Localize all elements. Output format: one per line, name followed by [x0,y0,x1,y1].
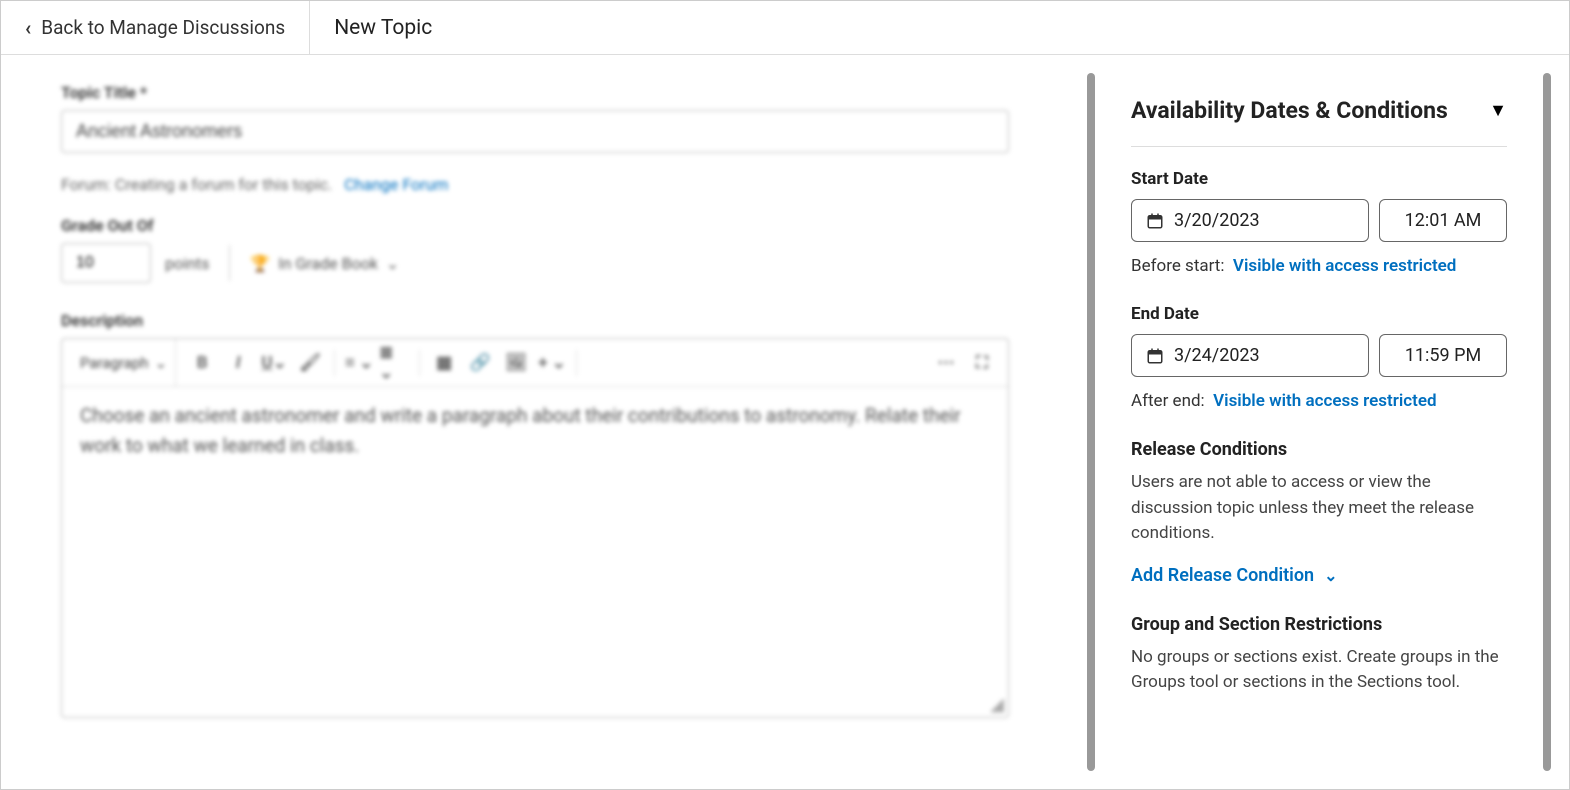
in-grade-book-toggle[interactable]: 🏆 In Grade Book ⌄ [250,254,399,273]
italic-button[interactable]: I [222,347,254,379]
start-time-input[interactable]: 12:01 AM [1379,199,1507,242]
separator [576,350,577,376]
back-link[interactable]: ‹ Back to Manage Discussions [1,1,310,54]
list-button[interactable]: ≣ ⌄ [379,347,411,379]
group-restrictions-heading: Group and Section Restrictions [1131,614,1507,635]
add-release-label: Add Release Condition [1131,565,1314,586]
editor-content[interactable]: Choose an ancient astronomer and write a… [62,387,1008,476]
end-date-input[interactable]: 3/24/2023 [1131,334,1369,377]
rich-text-editor[interactable]: Paragraph ⌄ B I U ⌄ 🖌 ≡ ⌄ ≣ ⌄ ▦ 🔗 🖼 + ⌄ … [61,338,1009,718]
after-end-label: After end: [1131,391,1205,411]
separator [334,350,335,376]
chevron-down-icon: ⌄ [155,354,168,372]
start-date-label: Start Date [1131,169,1507,189]
chevron-down-icon: ⌄ [386,254,399,273]
grade-input[interactable] [61,243,151,283]
group-restrictions-desc: No groups or sections exist. Create grou… [1131,645,1507,696]
release-conditions-heading: Release Conditions [1131,439,1507,460]
bold-button[interactable]: B [186,347,218,379]
main-form: Topic Title Forum: Creating a forum for … [1,55,1069,789]
availability-section-header[interactable]: Availability Dates & Conditions ▼ [1131,97,1507,147]
start-date-value: 3/20/2023 [1174,210,1260,231]
grade-label: Grade Out Of [61,216,1009,235]
text-color-button[interactable]: 🖌 [294,347,326,379]
chevron-left-icon: ‹ [25,16,31,40]
topic-title-label: Topic Title [61,83,1009,102]
scrollbar[interactable] [1543,73,1551,771]
end-time-input[interactable]: 11:59 PM [1379,334,1507,377]
more-button[interactable]: ⋯ [930,347,962,379]
page-title: New Topic [310,16,456,40]
separator [419,350,420,376]
description-label: Description [61,311,1009,330]
end-date-label: End Date [1131,304,1507,324]
end-date-value: 3/24/2023 [1174,345,1260,366]
grade-book-label: In Grade Book [278,254,378,273]
resize-grip-icon[interactable]: ◢ [990,694,1004,715]
release-conditions-desc: Users are not able to access or view the… [1131,470,1507,547]
add-release-condition-button[interactable]: Add Release Condition ⌄ [1131,565,1507,586]
insert-image-button[interactable]: 🖼 [500,347,532,379]
editor-toolbar: Paragraph ⌄ B I U ⌄ 🖌 ≡ ⌄ ≣ ⌄ ▦ 🔗 🖼 + ⌄ … [62,339,1008,387]
before-start-label: Before start: [1131,256,1224,276]
start-time-value: 12:01 AM [1405,210,1482,231]
start-date-input[interactable]: 3/20/2023 [1131,199,1369,242]
trophy-icon: 🏆 [250,254,270,273]
availability-title: Availability Dates & Conditions [1131,97,1448,124]
fullscreen-button[interactable]: ⛶ [966,347,998,379]
insert-more-button[interactable]: + ⌄ [536,347,568,379]
change-forum-link[interactable]: Change Forum [344,175,448,194]
grade-points-label: points [165,254,209,273]
calendar-icon [1146,347,1164,365]
chevron-down-icon: ⌄ [1324,566,1337,585]
insert-object-button[interactable]: ▦ [428,347,460,379]
align-button[interactable]: ≡ ⌄ [343,347,375,379]
forum-info: Forum: Creating a forum for this topic. … [61,175,1009,194]
before-start-link[interactable]: Visible with access restricted [1233,256,1456,276]
topic-title-input[interactable] [61,110,1009,153]
side-panel: Availability Dates & Conditions ▼ Start … [1069,55,1569,789]
back-link-label: Back to Manage Discussions [41,16,285,39]
calendar-icon [1146,212,1164,230]
underline-button[interactable]: U ⌄ [258,347,290,379]
divider [229,245,230,281]
format-select[interactable]: Paragraph ⌄ [72,339,176,386]
forum-text: Forum: Creating a forum for this topic. [61,175,332,194]
page-header: ‹ Back to Manage Discussions New Topic [1,1,1569,55]
scrollbar[interactable] [1087,73,1095,771]
insert-link-button[interactable]: 🔗 [464,347,496,379]
end-time-value: 11:59 PM [1405,345,1481,366]
chevron-down-icon: ▼ [1489,100,1507,121]
after-end-link[interactable]: Visible with access restricted [1213,391,1436,411]
